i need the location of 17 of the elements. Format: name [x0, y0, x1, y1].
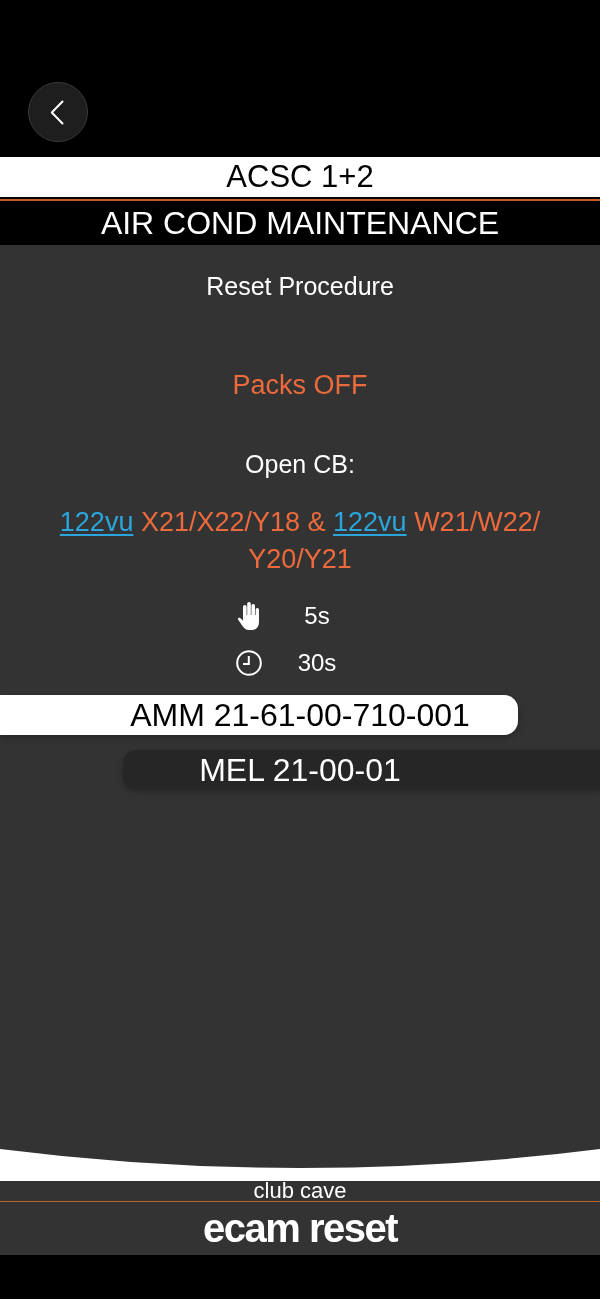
- clock-icon: [236, 650, 262, 676]
- footer-caption: club cave: [253, 1181, 347, 1201]
- app-name: ecam reset: [202, 1205, 397, 1252]
- reference-button[interactable]: MEL 21-00-01: [123, 750, 600, 790]
- action-step: Packs OFF: [232, 369, 368, 401]
- circuit-breaker-list: 122vu X21/X22/Y18 & 122vu W21/W22/ Y20/Y21: [20, 504, 580, 578]
- panel-link[interactable]: 122vu: [333, 507, 407, 537]
- hand-icon: [237, 601, 261, 631]
- chevron-left-icon: [49, 99, 64, 125]
- duration-text: 30s: [297, 648, 337, 678]
- instruction-label: Open CB:: [245, 449, 355, 479]
- system-title: ACSC 1+2: [226, 159, 374, 195]
- panel-link[interactable]: 122vu: [59, 507, 134, 537]
- section-title: AIR COND MAINTENANCE: [100, 204, 500, 242]
- procedure-heading: Reset Procedure: [206, 271, 394, 301]
- reference-button[interactable]: AMM 21-61-00-710-001: [0, 695, 518, 735]
- duration-text: 5s: [304, 601, 330, 631]
